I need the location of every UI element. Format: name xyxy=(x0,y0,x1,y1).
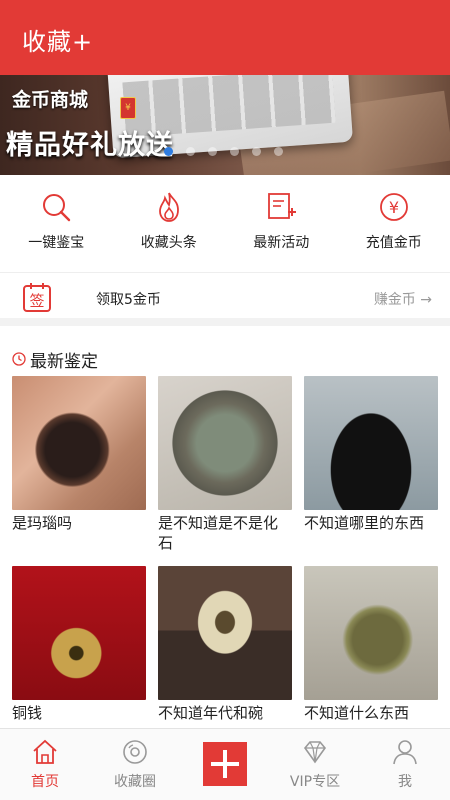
disc-icon xyxy=(123,740,147,764)
banner-subtitle: 金币商城 xyxy=(12,89,89,111)
tab-home[interactable]: 首页 xyxy=(0,729,90,800)
quick-action-label: 收藏头条 xyxy=(140,235,197,251)
tab-me[interactable]: 我 xyxy=(360,729,450,800)
banner-dot[interactable] xyxy=(186,147,195,156)
quick-actions: 一键鉴宝 收藏头条 最新活动 ¥ 充值金币 xyxy=(0,190,450,260)
section-title: 最新鉴定 xyxy=(30,351,98,372)
banner-dot[interactable] xyxy=(230,147,239,156)
item-photo xyxy=(12,376,146,510)
earn-coins-label: 赚金币 xyxy=(373,292,416,308)
promo-banner[interactable]: 金币商城 ¥ 精品好礼放送 xyxy=(0,75,450,175)
appraisal-card[interactable]: 铜钱 xyxy=(12,566,146,723)
svg-text:签: 签 xyxy=(29,292,44,310)
appraisal-card[interactable]: 不知道什么东西 xyxy=(304,566,438,723)
daily-sign-in-row[interactable]: 签 领取5金币 赚金币 → xyxy=(0,272,450,326)
plus-icon xyxy=(203,742,247,786)
quick-action-headlines[interactable]: 收藏头条 xyxy=(113,190,226,260)
quick-action-events[interactable]: 最新活动 xyxy=(225,190,338,260)
item-caption: 不知道哪里的东西 xyxy=(304,514,425,532)
app-title: 收藏+ xyxy=(22,28,94,56)
item-caption: 是玛瑙吗 xyxy=(12,514,73,532)
tab-label: 首页 xyxy=(31,774,59,790)
search-icon xyxy=(43,194,71,222)
yen-coin-icon: ¥ xyxy=(379,193,408,221)
banner-yen-badge: ¥ xyxy=(120,97,136,119)
banner-title: 精品好礼放送 xyxy=(6,130,174,161)
item-caption: 不知道什么东西 xyxy=(304,704,410,722)
banner-dot[interactable] xyxy=(208,147,217,156)
appraisal-card[interactable]: 不知道年代和碗 xyxy=(158,566,292,723)
flame-icon xyxy=(158,192,179,222)
tab-publish[interactable] xyxy=(180,729,270,800)
quick-action-label: 最新活动 xyxy=(253,235,310,251)
sign-in-reward-text: 领取5金币 xyxy=(96,292,161,308)
bottom-tab-bar: 首页 收藏圈 VIP专区 我 xyxy=(0,728,450,800)
clock-icon xyxy=(12,352,26,366)
tab-collection-circle[interactable]: 收藏圈 xyxy=(90,729,180,800)
item-caption: 不知道年代和碗 xyxy=(158,704,264,722)
banner-dot[interactable] xyxy=(164,147,173,156)
item-photo xyxy=(12,566,146,700)
new-document-icon xyxy=(268,193,297,219)
app-header: 收藏+ xyxy=(0,0,450,75)
tab-label: 收藏圈 xyxy=(114,774,156,790)
tab-label: VIP专区 xyxy=(289,774,341,790)
item-photo xyxy=(304,376,438,510)
item-photo xyxy=(158,376,292,510)
quick-action-label: 一键鉴宝 xyxy=(28,235,85,251)
quick-action-label: 充值金币 xyxy=(365,235,422,251)
appraisal-card[interactable]: 是不知道是不是化石 xyxy=(158,376,292,553)
banner-dot[interactable] xyxy=(274,147,283,156)
tab-label: 我 xyxy=(398,774,412,790)
item-photo xyxy=(158,566,292,700)
quick-action-identify[interactable]: 一键鉴宝 xyxy=(0,190,113,260)
item-photo xyxy=(304,566,438,700)
home-icon xyxy=(33,739,57,764)
user-icon xyxy=(393,740,417,765)
banner-pagination xyxy=(164,147,283,156)
banner-dot[interactable] xyxy=(252,147,261,156)
svg-text:¥: ¥ xyxy=(389,198,399,217)
arrow-right-icon: → xyxy=(420,292,432,308)
sign-in-calendar-icon: 签 xyxy=(23,283,51,312)
tab-vip[interactable]: VIP专区 xyxy=(270,729,360,800)
appraisal-card[interactable]: 是玛瑙吗 xyxy=(12,376,146,533)
quick-action-recharge[interactable]: ¥ 充值金币 xyxy=(338,190,450,260)
latest-appraisals-header: 最新鉴定 xyxy=(12,348,98,372)
earn-coins-link[interactable]: 赚金币 → xyxy=(374,289,432,309)
diamond-icon xyxy=(303,741,327,764)
item-caption: 铜钱 xyxy=(12,704,43,722)
item-caption: 是不知道是不是化石 xyxy=(158,514,279,552)
appraisal-card[interactable]: 不知道哪里的东西 xyxy=(304,376,438,533)
